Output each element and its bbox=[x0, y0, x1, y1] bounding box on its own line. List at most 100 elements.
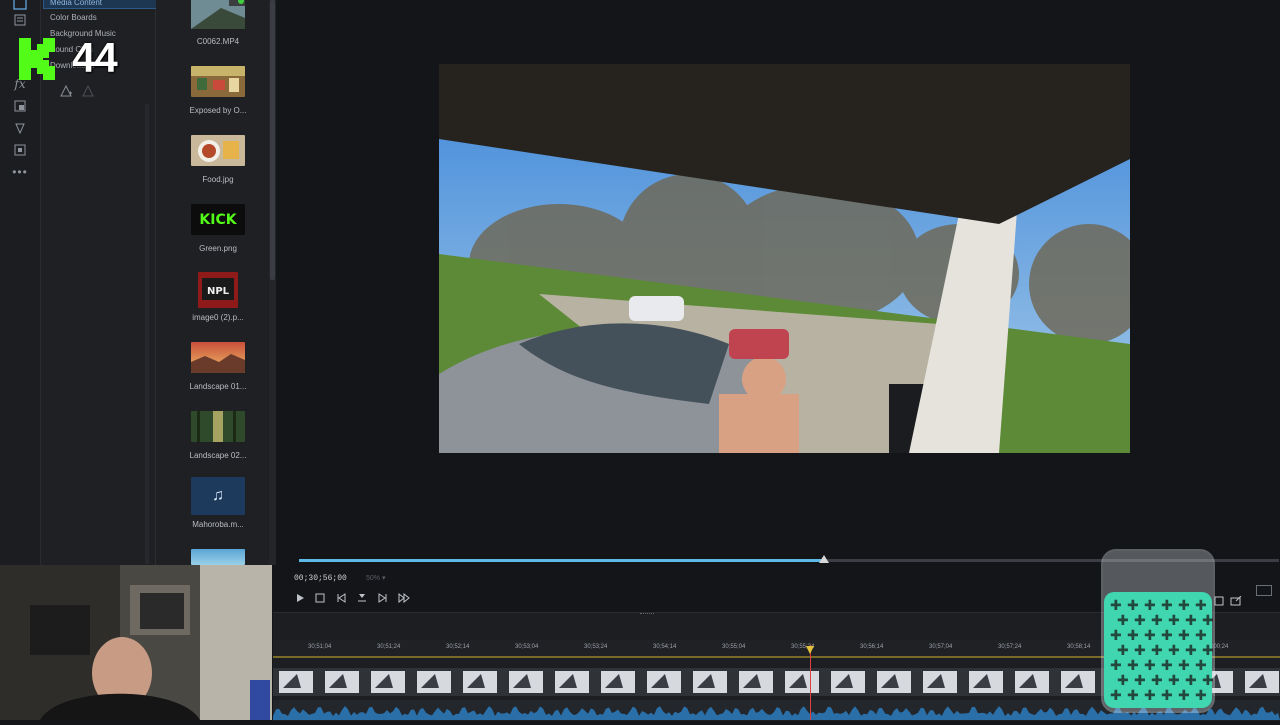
kick-text: KICK bbox=[199, 211, 237, 228]
svg-text:✚: ✚ bbox=[1185, 643, 1197, 659]
media-scrollbar[interactable] bbox=[269, 0, 276, 565]
svg-text:✚: ✚ bbox=[1151, 643, 1163, 659]
preview-video-frame bbox=[439, 64, 1130, 453]
svg-text:✚: ✚ bbox=[1195, 688, 1207, 704]
media-thumb-green[interactable]: KICK bbox=[191, 204, 245, 235]
svg-text:NPL: NPL bbox=[207, 286, 230, 297]
add-tag-icon[interactable] bbox=[59, 84, 73, 101]
media-room-icon[interactable] bbox=[12, 0, 28, 12]
media-label: C0062.MP4 bbox=[196, 37, 240, 46]
ruler-tick-label: 30;58;14 bbox=[1067, 644, 1091, 650]
media-thumb-landscape02[interactable] bbox=[191, 411, 245, 442]
svg-text:✚: ✚ bbox=[1134, 613, 1146, 629]
remove-tag-icon[interactable] bbox=[81, 84, 95, 103]
svg-text:✚: ✚ bbox=[1144, 628, 1156, 644]
svg-text:✚: ✚ bbox=[1110, 688, 1122, 704]
svg-text:✚: ✚ bbox=[1178, 628, 1190, 644]
zoom-select[interactable]: 50% ▾ bbox=[366, 574, 385, 582]
svg-text:✚: ✚ bbox=[1151, 613, 1163, 629]
svg-text:✚: ✚ bbox=[1195, 628, 1207, 644]
play-button[interactable] bbox=[294, 592, 306, 604]
svg-text:✚: ✚ bbox=[1127, 688, 1139, 704]
seek-progress bbox=[299, 559, 824, 562]
svg-text:✚: ✚ bbox=[1117, 643, 1129, 659]
ruler-tick-label: 30;53;04 bbox=[515, 644, 539, 650]
media-thumb-image0[interactable]: NPL bbox=[198, 272, 238, 308]
ruler-tick-label: 30;51;24 bbox=[377, 644, 401, 650]
media-thumb-landscape01[interactable] bbox=[191, 342, 245, 373]
svg-text:✚: ✚ bbox=[1144, 598, 1156, 614]
svg-text:✚: ✚ bbox=[1161, 628, 1173, 644]
title-room-icon[interactable] bbox=[12, 12, 28, 28]
more-icon[interactable]: ••• bbox=[12, 164, 28, 180]
svg-text:✚: ✚ bbox=[1144, 658, 1156, 674]
timeline-playhead[interactable] bbox=[810, 645, 811, 720]
svg-text:✚: ✚ bbox=[1134, 673, 1146, 689]
panel-resize-handle[interactable] bbox=[640, 613, 654, 616]
media-label: image0 (2).p... bbox=[192, 313, 244, 322]
ruler-tick-label: 30;55;04 bbox=[722, 644, 746, 650]
svg-text:✚: ✚ bbox=[1195, 658, 1207, 674]
svg-text:✚: ✚ bbox=[1151, 673, 1163, 689]
svg-text:✚: ✚ bbox=[1168, 613, 1180, 629]
svg-text:✚: ✚ bbox=[1185, 613, 1197, 629]
media-thumb-partial[interactable] bbox=[191, 549, 245, 565]
media-thumb-exposed[interactable] bbox=[191, 66, 245, 97]
svg-text:✚: ✚ bbox=[1178, 658, 1190, 674]
svg-text:✚: ✚ bbox=[1127, 598, 1139, 614]
svg-text:✚: ✚ bbox=[1161, 598, 1173, 614]
pip-icon[interactable] bbox=[12, 98, 28, 114]
ruler-tick-label: 30;56;14 bbox=[860, 644, 884, 650]
channel-number: 44 bbox=[72, 34, 118, 81]
next-frame-button[interactable] bbox=[377, 592, 389, 604]
fast-forward-button[interactable] bbox=[398, 592, 410, 604]
svg-text:✚: ✚ bbox=[1202, 673, 1214, 689]
svg-text:✚: ✚ bbox=[1110, 598, 1122, 614]
svg-text:✚: ✚ bbox=[1161, 688, 1173, 704]
webcam-overlay bbox=[0, 565, 272, 720]
transition-icon[interactable] bbox=[12, 142, 28, 158]
previous-frame-button[interactable] bbox=[335, 592, 347, 604]
undock-icon[interactable] bbox=[1230, 593, 1242, 611]
svg-text:✚: ✚ bbox=[1178, 688, 1190, 704]
ruler-tick-label: 30;52;14 bbox=[446, 644, 470, 650]
media-label: Green.png bbox=[199, 244, 237, 253]
seek-handle[interactable] bbox=[819, 555, 829, 563]
svg-text:✚: ✚ bbox=[1127, 658, 1139, 674]
media-thumb-food[interactable] bbox=[191, 135, 245, 166]
room-rail: fx ••• bbox=[0, 0, 41, 565]
zoom-value: 50% bbox=[366, 575, 381, 582]
aspect-ratio-button[interactable] bbox=[1256, 585, 1272, 596]
svg-text:✚: ✚ bbox=[1202, 643, 1214, 659]
svg-text:✚: ✚ bbox=[1117, 613, 1129, 629]
media-thumb-c0062[interactable] bbox=[191, 0, 245, 29]
particle-icon[interactable] bbox=[12, 120, 28, 136]
svg-text:✚: ✚ bbox=[1127, 628, 1139, 644]
media-label: Landscape 01... bbox=[189, 382, 247, 391]
svg-text:✚: ✚ bbox=[1168, 673, 1180, 689]
jar-overlay: ✚ ✚ ✚ ✚ ✚ ✚ ✚ ✚ ✚ ✚ ✚ ✚ ✚ ✚ ✚ ✚ ✚ ✚ ✚ ✚ ✚ ✚ ✚ ✚ ✚ ✚ ✚ ✚ ✚ ✚ ✚ ✚ ✚ ✚ ✚ ✚ ✚ ✚ ✚ ✚… bbox=[1100, 548, 1216, 716]
ruler-tick-label: 30;57;24 bbox=[998, 644, 1022, 650]
svg-text:✚: ✚ bbox=[1110, 658, 1122, 674]
playhead-marker[interactable] bbox=[806, 646, 814, 654]
ruler-tick-label: 30;57;04 bbox=[929, 644, 953, 650]
svg-text:✚: ✚ bbox=[1117, 673, 1129, 689]
media-library: C0062.MP4 Exposed by O... Food.jpg KICK … bbox=[156, 0, 271, 565]
ruler-tick-label: 30;53;24 bbox=[584, 644, 608, 650]
split-button[interactable] bbox=[356, 592, 368, 604]
svg-text:✚: ✚ bbox=[1202, 613, 1214, 629]
svg-text:✚: ✚ bbox=[1134, 643, 1146, 659]
music-note-icon: ♫ bbox=[212, 487, 224, 504]
svg-text:✚: ✚ bbox=[1168, 643, 1180, 659]
svg-text:✚: ✚ bbox=[1195, 598, 1207, 614]
media-label: Landscape 02... bbox=[189, 451, 247, 460]
stop-button[interactable] bbox=[314, 592, 326, 604]
timecode-display[interactable]: 00;30;56;00 bbox=[294, 574, 347, 583]
media-label: Exposed by O... bbox=[189, 106, 247, 115]
svg-text:✚: ✚ bbox=[1178, 598, 1190, 614]
tree-item-color-boards[interactable]: Color Boards bbox=[50, 13, 97, 22]
media-thumb-mahoroba[interactable]: ♫ bbox=[191, 477, 245, 515]
tree-scrollbar[interactable] bbox=[145, 104, 149, 564]
library-tree: Media Content Color Boards Background Mu… bbox=[41, 0, 179, 565]
ruler-tick-label: 30;54;14 bbox=[653, 644, 677, 650]
